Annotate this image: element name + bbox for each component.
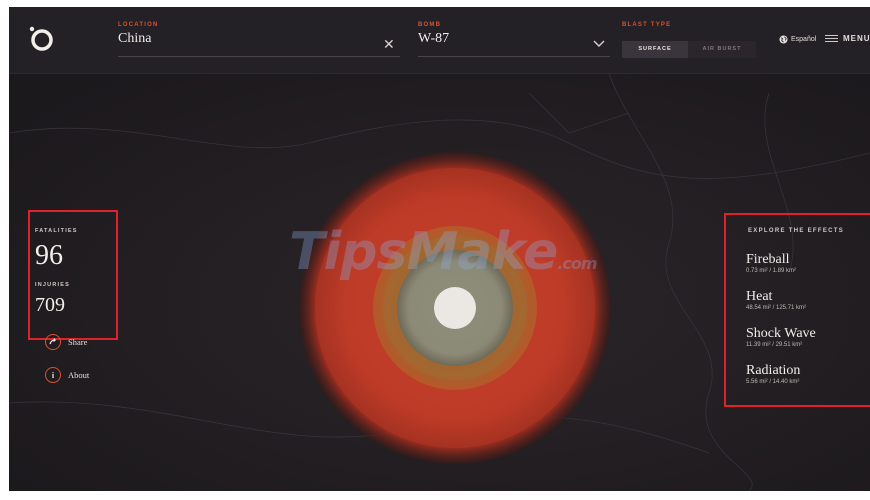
bomb-select[interactable]: W-87 [418, 31, 610, 47]
effect-name: Shock Wave [746, 326, 816, 341]
location-underline [118, 56, 400, 57]
effect-radiation[interactable]: Radiation 5.56 mi² / 14.40 km² [746, 363, 800, 385]
blast-type-surface-button[interactable]: SURFACE [622, 41, 688, 58]
bomb-field[interactable]: BOMB W-87 [418, 22, 610, 57]
fatalities-value: 96 [35, 240, 63, 271]
logo-icon[interactable] [25, 23, 55, 53]
injuries-value: 709 [35, 294, 65, 316]
menu-label: MENU [843, 34, 870, 43]
effect-heat[interactable]: Heat 48.54 mi² / 125.71 km² [746, 289, 806, 311]
blast-type-field: BLAST TYPE [622, 22, 671, 28]
location-field[interactable]: LOCATION China [118, 22, 400, 57]
effect-fireball[interactable]: Fireball 0.73 mi² / 1.89 km² [746, 252, 796, 274]
share-button[interactable]: Share [45, 334, 87, 350]
about-label: About [68, 370, 90, 380]
location-input[interactable]: China [118, 31, 400, 47]
blast-type-label: BLAST TYPE [622, 22, 672, 28]
info-icon: i [45, 367, 61, 383]
effect-area: 11.39 mi² / 29.51 km² [746, 342, 803, 348]
share-label: Share [68, 337, 88, 347]
effect-name: Heat [746, 289, 773, 304]
app-frame: ​ TipsMake.com LOCATION China ✕ BOMB W-8… [9, 7, 870, 491]
effect-name: Fireball [746, 252, 790, 267]
effect-name: Radiation [746, 363, 801, 378]
effect-shock-wave[interactable]: Shock Wave 11.39 mi² / 29.51 km² [746, 326, 816, 348]
bomb-label: BOMB [418, 22, 442, 28]
watermark-logo: TipsMake.com [289, 222, 598, 282]
fatalities-label: FATALITIES [35, 228, 78, 234]
effects-title: EXPLORE THE EFFECTS [748, 228, 845, 234]
effect-area: 48.54 mi² / 125.71 km² [746, 305, 807, 311]
blast-type-air-burst-button[interactable]: AIR BURST [688, 41, 756, 58]
hamburger-icon [825, 33, 838, 44]
injuries-label: INJURIES [35, 282, 70, 288]
language-label: Español [791, 36, 817, 43]
clear-location-icon[interactable]: ✕ [383, 37, 395, 51]
menu-button[interactable]: MENU [825, 33, 870, 44]
location-label: LOCATION [118, 22, 159, 28]
bomb-underline [418, 56, 610, 57]
effect-area: 0.73 mi² / 1.89 km² [746, 268, 797, 274]
effect-area: 5.56 mi² / 14.40 km² [746, 379, 800, 385]
fireball-zone[interactable] [434, 287, 476, 329]
top-bar: LOCATION China ✕ BOMB W-87 BLAST TYPE SU… [9, 7, 870, 74]
chevron-down-icon[interactable] [593, 40, 605, 48]
language-toggle[interactable]: Español [779, 35, 816, 44]
share-icon [45, 334, 61, 350]
about-button[interactable]: i About [45, 367, 89, 383]
casualties-panel: FATALITIES 96 INJURIES 709 [28, 210, 118, 340]
globe-icon [779, 35, 788, 44]
effects-panel: EXPLORE THE EFFECTS Fireball 0.73 mi² / … [724, 213, 870, 407]
